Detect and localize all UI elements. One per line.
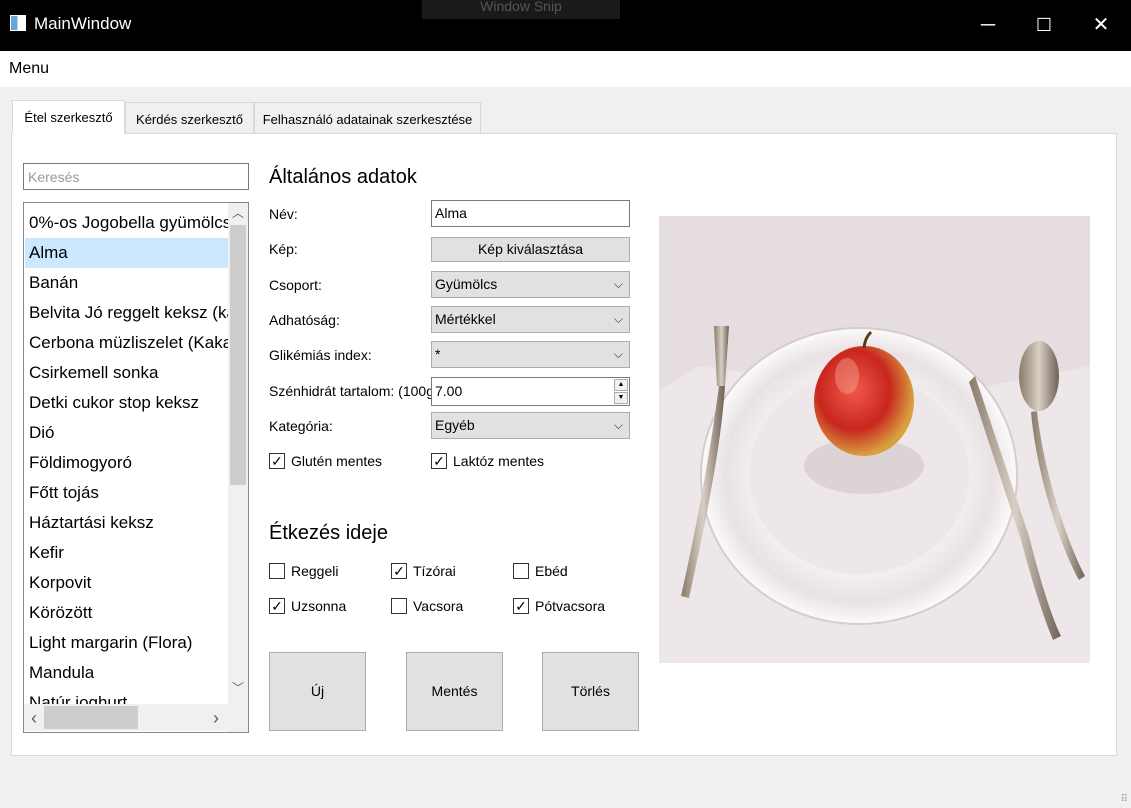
tab-question-editor[interactable]: Kérdés szerkesztő <box>125 102 254 133</box>
glycemic-index-select[interactable]: * ⌵ <box>431 341 630 368</box>
check-icon[interactable]: ✓ <box>431 453 447 469</box>
tab-food-editor[interactable]: Étel szerkesztő <box>12 100 125 134</box>
check-icon[interactable]: ✓ <box>269 598 285 614</box>
apple-on-plate-illustration <box>659 216 1090 663</box>
group-select-value: Gyümölcs <box>435 276 498 292</box>
list-item[interactable]: Háztartási keksz <box>25 508 228 538</box>
general-data-heading: Általános adatok <box>269 166 417 188</box>
list-item[interactable]: Alma <box>25 238 228 268</box>
list-item[interactable]: Csirkemell sonka <box>25 358 228 388</box>
group-select[interactable]: Gyümölcs ⌵ <box>431 271 630 298</box>
meal-time-heading: Étkezés ideje <box>269 522 388 544</box>
vertical-scrollbar[interactable]: ︿ ﹀ <box>228 203 248 704</box>
list-item[interactable]: Dió <box>25 418 228 448</box>
save-button[interactable]: Mentés <box>406 652 503 731</box>
carb-content-spinbox[interactable]: 7.00 ▲ ▼ <box>431 377 630 406</box>
spin-up-icon[interactable]: ▲ <box>614 379 628 391</box>
scroll-up-icon[interactable]: ︿ <box>228 203 248 223</box>
window-title: MainWindow <box>34 14 132 33</box>
tab-user-data-editor[interactable]: Felhasználó adatainak szerkesztése <box>254 102 481 133</box>
list-item[interactable]: Detki cukor stop keksz <box>25 388 228 418</box>
lactose-free-label: Laktóz mentes <box>453 453 545 469</box>
minimize-button[interactable]: ─ <box>960 0 1016 51</box>
allowance-label: Adhatóság: <box>269 312 340 328</box>
meal-option-label: Ebéd <box>535 563 568 579</box>
scroll-left-icon[interactable]: ‹ <box>24 708 44 728</box>
list-item[interactable]: Földimogyoró <box>25 448 228 478</box>
name-label: Név: <box>269 206 298 222</box>
chevron-down-icon: ⌵ <box>613 418 623 432</box>
chevron-down-icon: ⌵ <box>613 347 623 361</box>
meal-option-label: Tízórai <box>413 563 456 579</box>
food-image <box>659 216 1090 663</box>
scroll-down-icon[interactable]: ﹀ <box>228 678 248 698</box>
list-item[interactable]: Főtt tojás <box>25 478 228 508</box>
image-label: Kép: <box>269 241 298 257</box>
scrollbar-corner <box>228 704 248 732</box>
list-item[interactable]: Belvita Jó reggelt keksz (kakaós) <box>25 298 228 328</box>
resize-grip-icon[interactable]: ⠿ <box>1121 794 1128 805</box>
carb-content-value: 7.00 <box>435 383 463 399</box>
category-select-value: Egyéb <box>435 417 475 433</box>
list-item[interactable]: Körözött <box>25 598 228 628</box>
delete-button[interactable]: Törlés <box>542 652 639 731</box>
check-icon[interactable] <box>391 598 407 614</box>
check-icon[interactable]: ✓ <box>513 598 529 614</box>
menu-bar: Menu <box>0 51 1131 87</box>
meal-option-label: Vacsora <box>413 598 464 614</box>
search-input[interactable] <box>23 163 249 190</box>
category-label: Kategória: <box>269 418 333 434</box>
glycemic-index-select-value: * <box>435 346 441 362</box>
check-icon[interactable]: ✓ <box>269 453 285 469</box>
glycemic-index-label: Glikémiás index: <box>269 347 372 363</box>
chevron-down-icon: ⌵ <box>613 277 623 291</box>
carb-content-label: Szénhidrát tartalom: (100g) <box>269 383 439 399</box>
name-field[interactable]: Alma <box>431 200 630 227</box>
app-icon <box>10 15 26 31</box>
horizontal-scroll-thumb[interactable] <box>44 706 138 729</box>
category-select[interactable]: Egyéb ⌵ <box>431 412 630 439</box>
window-snip-overlay: Window Snip <box>422 0 620 19</box>
maximize-button[interactable]: ☐ <box>1016 0 1072 51</box>
gluten-free-label: Glutén mentes <box>291 453 383 469</box>
spin-down-icon[interactable]: ▼ <box>614 392 628 404</box>
check-icon[interactable] <box>513 563 529 579</box>
list-item[interactable]: 0%-os Jogobella gyümölcsjoghurt <box>25 208 228 238</box>
group-label: Csoport: <box>269 277 322 293</box>
list-item[interactable]: Cerbona müzliszelet (Kakaós-meggyes) <box>25 328 228 358</box>
meal-option-label: Pótvacsora <box>535 598 606 614</box>
horizontal-scrollbar[interactable]: ‹ › <box>24 704 228 731</box>
allowance-select-value: Mértékkel <box>435 311 496 327</box>
list-item[interactable]: Kefir <box>25 538 228 568</box>
list-item[interactable]: Light margarin (Flora) <box>25 628 228 658</box>
new-button[interactable]: Új <box>269 652 366 731</box>
check-icon[interactable] <box>269 563 285 579</box>
list-item[interactable]: Banán <box>25 268 228 298</box>
list-item[interactable]: Korpovit <box>25 568 228 598</box>
meal-option-label: Uzsonna <box>291 598 347 614</box>
choose-image-button[interactable]: Kép kiválasztása <box>431 237 630 262</box>
list-item[interactable]: Mandula <box>25 658 228 688</box>
food-list[interactable]: 0%-os Jogobella gyümölcsjoghurtAlmaBanán… <box>23 202 249 733</box>
close-button[interactable]: ✕ <box>1073 0 1129 51</box>
meal-option-label: Reggeli <box>291 563 339 579</box>
vertical-scroll-thumb[interactable] <box>230 225 246 485</box>
check-icon[interactable]: ✓ <box>391 563 407 579</box>
title-bar: MainWindow Window Snip ─ ☐ ✕ <box>0 0 1131 51</box>
scroll-right-icon[interactable]: › <box>206 708 226 728</box>
allowance-select[interactable]: Mértékkel ⌵ <box>431 306 630 333</box>
menu-menu[interactable]: Menu <box>9 60 49 78</box>
chevron-down-icon: ⌵ <box>613 312 623 326</box>
